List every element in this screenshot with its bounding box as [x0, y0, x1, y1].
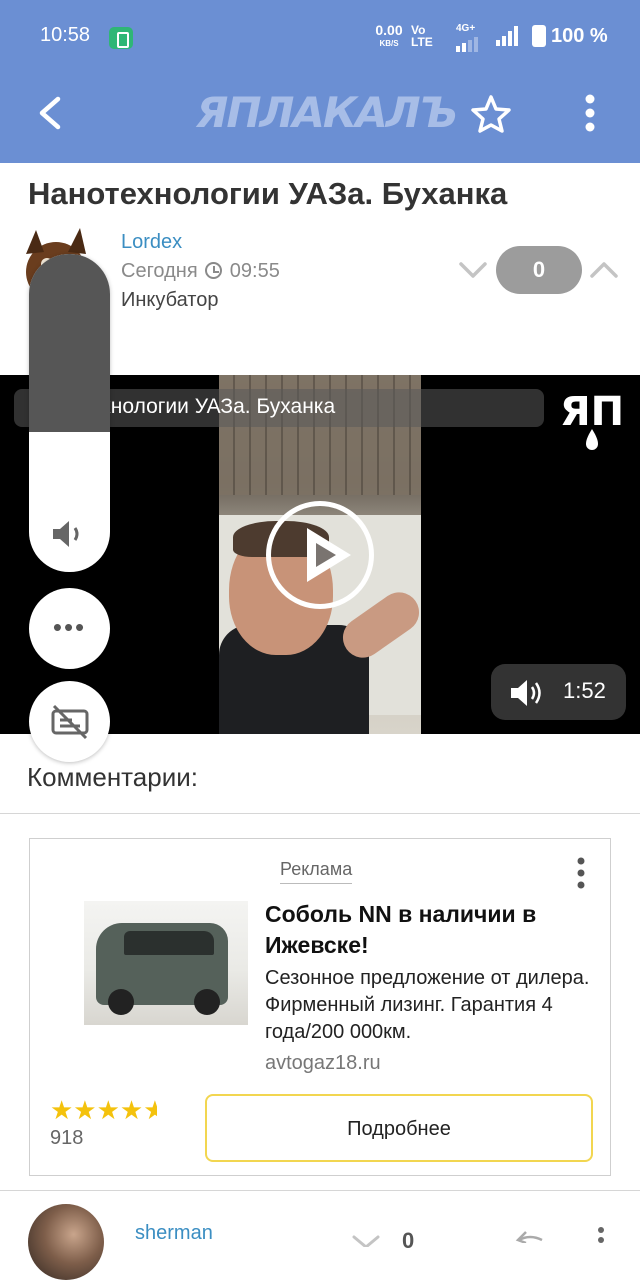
- star-icon[interactable]: [470, 94, 512, 134]
- ad-rating-stars: ★★★★★: [50, 1095, 157, 1126]
- network-speed: 0.00 KB/S: [370, 22, 408, 50]
- reply-icon[interactable]: [514, 1230, 544, 1245]
- post-datetime: Сегодня 09:55: [121, 260, 280, 283]
- battery-percent: 100 %: [551, 25, 608, 47]
- ad-rating-half-star: ★: [143, 1095, 158, 1125]
- volume-icon[interactable]: [509, 678, 545, 708]
- vote-down-icon[interactable]: [457, 258, 489, 282]
- volte-indicator: Vo LTE: [411, 24, 433, 48]
- signal-icon-2: [496, 26, 520, 46]
- clock-icon: [205, 262, 223, 279]
- ad-headline[interactable]: Соболь NN в наличии в Ижевске!: [265, 899, 585, 961]
- ad-image-window: [124, 931, 214, 955]
- network-speed-value: 0.00: [375, 22, 403, 38]
- more-options-button[interactable]: •••: [29, 588, 110, 669]
- ad-more-button[interactable]: Подробнее: [205, 1094, 593, 1162]
- ad-rating-count: 918: [50, 1127, 84, 1149]
- ad-image[interactable]: [84, 901, 248, 1025]
- speaker-icon[interactable]: [51, 518, 89, 550]
- ad-image-wheel: [108, 989, 134, 1015]
- volume-slider[interactable]: [29, 254, 110, 572]
- vote-up-icon[interactable]: [588, 258, 620, 282]
- ad-menu-icon[interactable]: [576, 857, 586, 889]
- network-speed-unit: KB/S: [379, 39, 399, 48]
- captions-off-icon[interactable]: [29, 681, 110, 762]
- ad-card[interactable]: Реклама Соболь NN в наличии в Ижевске! С…: [29, 838, 611, 1176]
- watermark-text: ЯП: [560, 389, 624, 435]
- volume-slider-fill: [29, 254, 110, 432]
- vote-count: 0: [496, 246, 582, 294]
- comment-menu-icon[interactable]: [596, 1226, 606, 1243]
- back-arrow-icon[interactable]: [36, 96, 68, 130]
- post-time: 09:55: [229, 260, 280, 282]
- post-date: Сегодня: [121, 260, 198, 282]
- network-type: 4G+: [456, 23, 476, 34]
- comment-vote-down-icon[interactable]: [350, 1234, 382, 1249]
- battery-icon: [532, 25, 546, 47]
- ad-label: Реклама: [280, 859, 353, 884]
- comments-heading: Комментарии:: [27, 762, 198, 792]
- watermark-logo: ЯП: [556, 383, 628, 453]
- volte-bottom: LTE: [411, 35, 433, 49]
- play-icon[interactable]: [266, 501, 374, 609]
- kebab-menu-icon[interactable]: [583, 93, 597, 133]
- comment-avatar[interactable]: [28, 1204, 104, 1280]
- volume-duration-pill[interactable]: 1:52: [491, 664, 626, 720]
- ad-image-wheel: [194, 989, 220, 1015]
- divider: [0, 1190, 640, 1191]
- signal-icon-1: [456, 34, 480, 52]
- post-title: Нанотехнологии УАЗа. Буханка: [28, 176, 508, 211]
- divider: [0, 813, 640, 814]
- post-category[interactable]: Инкубатор: [121, 289, 218, 312]
- comment-vote-count: 0: [402, 1228, 415, 1253]
- comment-author[interactable]: sherman: [135, 1222, 213, 1245]
- status-time: 10:58: [40, 24, 91, 46]
- ad-description: Сезонное предложение от дилера. Фирменны…: [265, 967, 590, 1043]
- site-logo[interactable]: ЯПЛАКАЛЪ: [196, 88, 458, 138]
- author-name[interactable]: Lordex: [121, 231, 182, 254]
- ad-domain[interactable]: avtogaz18.ru: [265, 1052, 381, 1075]
- video-duration: 1:52: [563, 678, 606, 703]
- ad-rating-full-stars: ★★★★: [50, 1095, 144, 1125]
- battery-saver-icon: [109, 27, 133, 49]
